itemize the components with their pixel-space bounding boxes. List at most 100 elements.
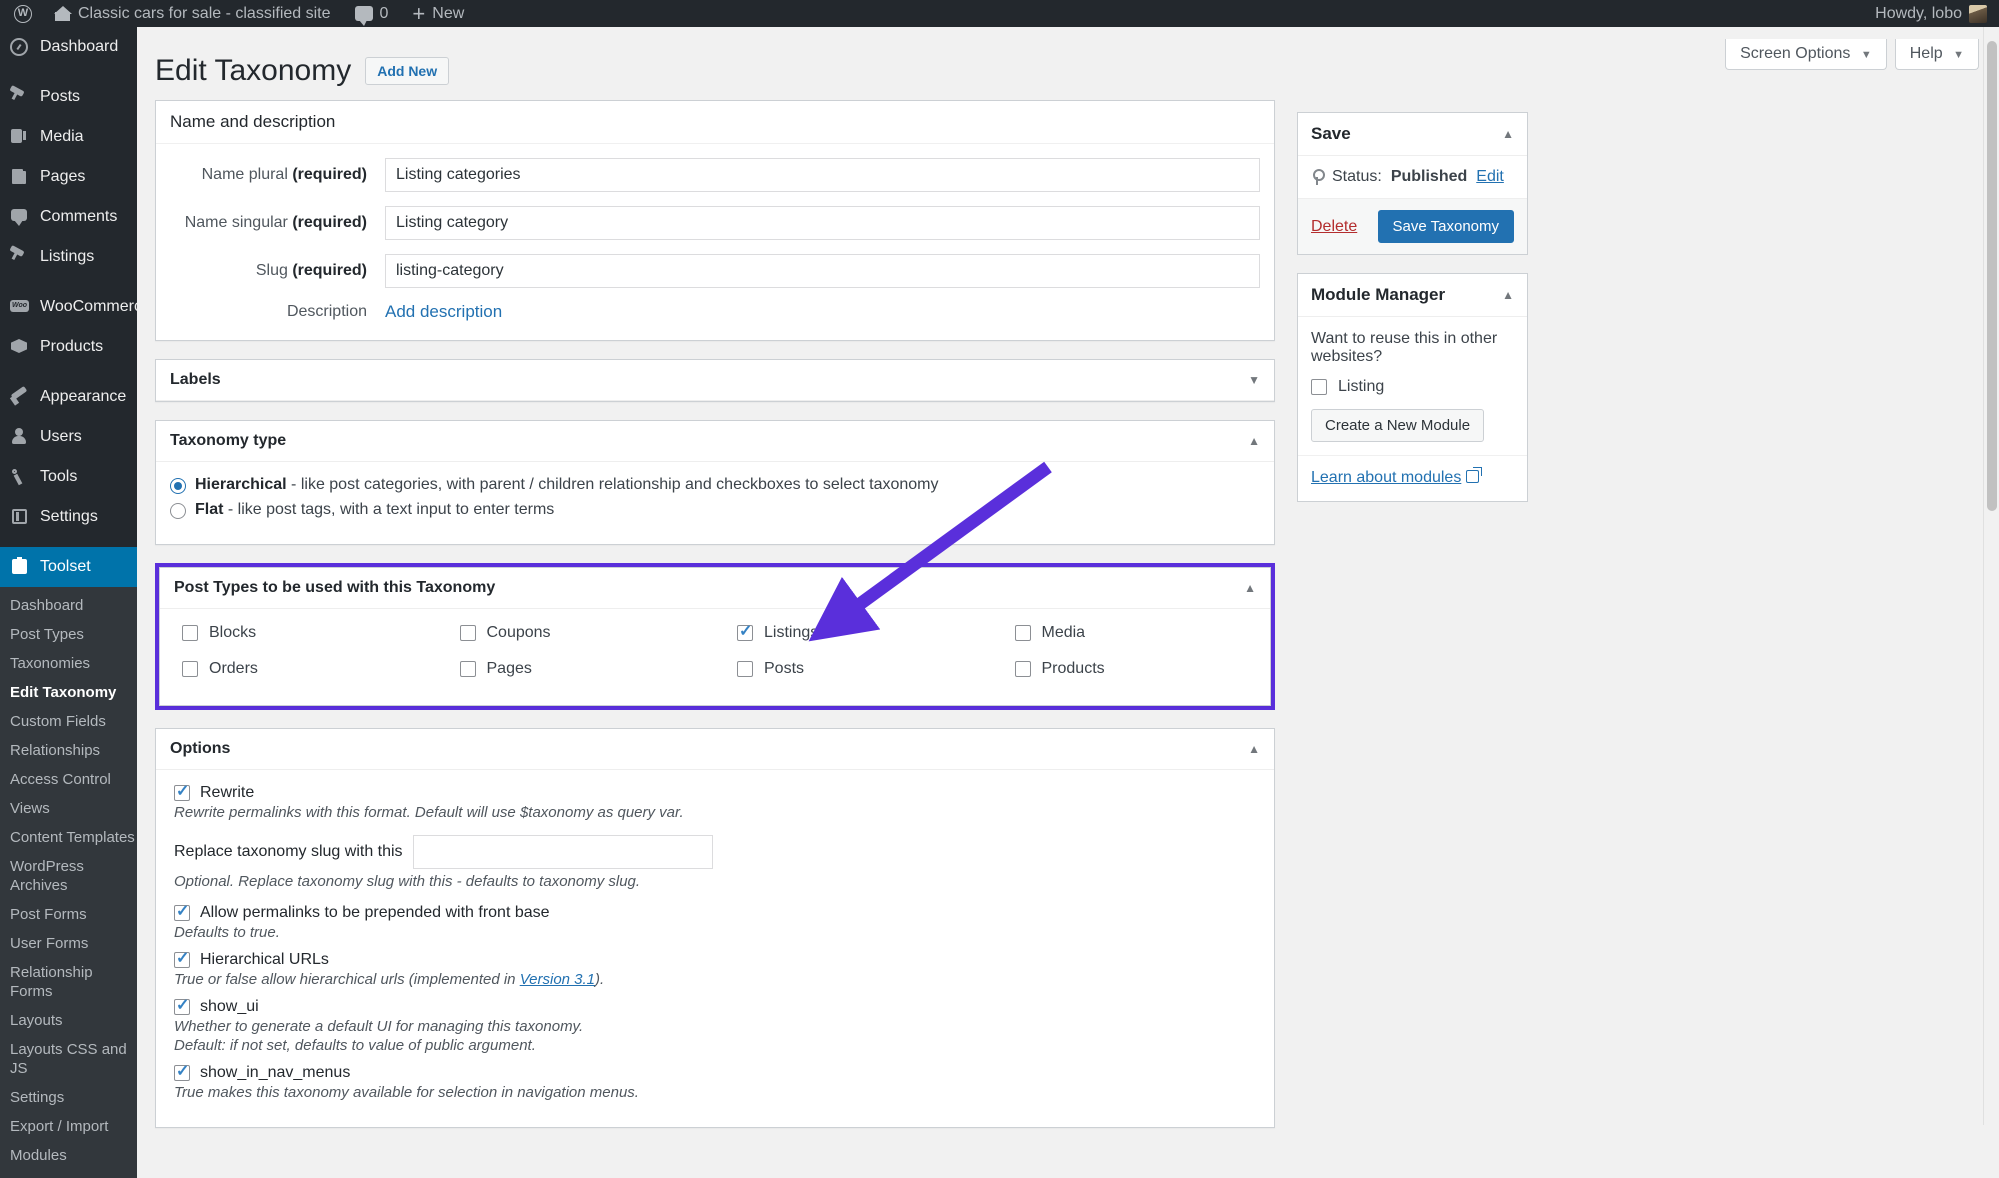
option-show-in-nav-menus[interactable]: show_in_nav_menus [174,1064,1260,1082]
chevron-up-icon[interactable]: ▲ [1502,288,1514,302]
status-edit-link[interactable]: Edit [1476,168,1504,186]
checkbox-icon-checked[interactable] [174,1065,190,1081]
checkbox-icon-checked[interactable] [174,785,190,801]
new-content-button[interactable]: + New [400,0,476,27]
sidebar-item-settings[interactable]: Settings [0,497,137,537]
version-link[interactable]: Version 3.1 [520,971,595,988]
save-box-header[interactable]: Save ▲ [1298,113,1527,156]
sidebar-sub-content-templates[interactable]: Content Templates [0,823,137,852]
sidebar-sub-layouts-css-js[interactable]: Layouts CSS and JS [0,1035,137,1083]
add-new-button[interactable]: Add New [365,57,449,85]
sidebar-sub-wordpress-archives[interactable]: WordPress Archives [0,852,137,900]
chevron-up-icon[interactable]: ▲ [1248,434,1260,448]
taxonomy-type-box: Taxonomy type ▲ Hierarchical - like post… [155,420,1275,545]
name-plural-input[interactable] [385,158,1260,192]
chevron-down-icon[interactable]: ▼ [1248,373,1260,387]
sidebar-sub-settings[interactable]: Settings [0,1083,137,1112]
checkbox-listings[interactable]: Listings [715,615,993,651]
sidebar-item-appearance[interactable]: Appearance [0,377,137,417]
sidebar-sub-taxonomies[interactable]: Taxonomies [0,649,137,678]
sidebar-sub-access-control[interactable]: Access Control [0,765,137,794]
taxonomy-type-header[interactable]: Taxonomy type ▲ [156,421,1274,462]
checkbox-icon[interactable] [182,661,198,677]
checkbox-icon[interactable] [460,661,476,677]
sidebar-sub-user-forms[interactable]: User Forms [0,929,137,958]
sidebar-sub-post-forms[interactable]: Post Forms [0,900,137,929]
sidebar-sub-relationships[interactable]: Relationships [0,736,137,765]
sidebar-item-users[interactable]: Users [0,417,137,457]
radio-hierarchical[interactable]: Hierarchical - like post categories, wit… [170,476,1260,494]
labels-box-header[interactable]: Labels ▼ [156,360,1274,401]
sidebar-item-dashboard[interactable]: Dashboard [0,27,137,67]
add-description-link[interactable]: Add description [385,302,502,322]
sidebar-item-comments[interactable]: Comments [0,197,137,237]
sidebar-item-woocommerce[interactable]: Woo WooCommerce [0,287,137,327]
option-hierarchical-urls[interactable]: Hierarchical URLs [174,951,1260,969]
checkbox-icon[interactable] [460,625,476,641]
radio-icon-selected[interactable] [170,478,186,494]
create-new-module-button[interactable]: Create a New Module [1311,409,1484,442]
delete-link[interactable]: Delete [1311,218,1357,236]
checkbox-orders[interactable]: Orders [160,651,438,687]
sidebar-item-products[interactable]: Products [0,327,137,367]
help-button[interactable]: Help ▼ [1895,39,1979,70]
checkbox-icon[interactable] [1015,661,1031,677]
sidebar-sub-custom-fields[interactable]: Custom Fields [0,707,137,736]
screen-options-button[interactable]: Screen Options ▼ [1725,39,1887,70]
chevron-up-icon[interactable]: ▲ [1248,742,1260,756]
sidebar-sub-edit-taxonomy[interactable]: Edit Taxonomy [0,678,137,707]
comments-button[interactable]: 0 [343,0,401,27]
options-header[interactable]: Options ▲ [156,729,1274,770]
checkbox-icon[interactable] [182,625,198,641]
checkbox-pages[interactable]: Pages [438,651,716,687]
save-taxonomy-button[interactable]: Save Taxonomy [1378,210,1514,243]
module-manager-header[interactable]: Module Manager ▲ [1298,274,1527,317]
sidebar-item-pages[interactable]: Pages [0,157,137,197]
checkbox-icon-checked[interactable] [174,905,190,921]
sidebar-sub-post-types[interactable]: Post Types [0,620,137,649]
sidebar-item-media[interactable]: Media [0,117,137,157]
sidebar-sub-relationship-forms[interactable]: Relationship Forms [0,958,137,1006]
sidebar-item-tools[interactable]: Tools [0,457,137,497]
wordpress-logo-button[interactable] [0,0,42,27]
sidebar-item-listings[interactable]: Listings [0,237,137,277]
scrollbar-thumb[interactable] [1987,41,1997,511]
checkbox-icon[interactable] [737,661,753,677]
checkbox-icon-checked[interactable] [174,999,190,1015]
option-front-base[interactable]: Allow permalinks to be prepended with fr… [174,904,1260,922]
checkbox-icon[interactable] [1015,625,1031,641]
learn-about-modules-link[interactable]: Learn about modules [1311,469,1461,486]
checkbox-products[interactable]: Products [993,651,1271,687]
radio-flat[interactable]: Flat - like post tags, with a text input… [170,501,1260,519]
checkbox-posts[interactable]: Posts [715,651,993,687]
name-singular-input[interactable] [385,206,1260,240]
sidebar-item-toolset[interactable]: Toolset [0,547,137,587]
account-menu[interactable]: Howdy, lobo [1863,0,1999,27]
sidebar-sub-export-import[interactable]: Export / Import [0,1112,137,1141]
checkbox-blocks[interactable]: Blocks [160,615,438,651]
site-name-button[interactable]: Classic cars for sale - classified site [42,0,343,27]
sidebar-sub-dashboard[interactable]: Dashboard [0,591,137,620]
sidebar-item-posts[interactable]: Posts [0,77,137,117]
option-rewrite[interactable]: Rewrite [174,784,1260,802]
checkbox-media[interactable]: Media [993,615,1271,651]
sub-label: Layouts CSS and JS [10,1041,127,1077]
sidebar-sub-views[interactable]: Views [0,794,137,823]
option-show-ui[interactable]: show_ui [174,998,1260,1016]
replace-slug-input[interactable] [413,835,713,869]
chevron-up-icon[interactable]: ▲ [1502,127,1514,141]
checkbox-icon-checked[interactable] [174,952,190,968]
checkbox-icon[interactable] [1311,379,1327,395]
checkbox-coupons[interactable]: Coupons [438,615,716,651]
radio-icon[interactable] [170,503,186,519]
module-checkbox-listing[interactable]: Listing [1311,378,1514,396]
sidebar-sub-modules[interactable]: Modules [0,1141,137,1170]
post-types-header[interactable]: Post Types to be used with this Taxonomy… [160,568,1270,609]
checkbox-icon-checked[interactable] [737,625,753,641]
sidebar-sub-layouts[interactable]: Layouts [0,1006,137,1035]
page-scrollbar[interactable] [1983,27,1999,1125]
slug-input[interactable] [385,254,1260,288]
chevron-up-icon[interactable]: ▲ [1244,581,1256,595]
pin-icon [1311,169,1323,185]
pin-icon [10,87,30,107]
